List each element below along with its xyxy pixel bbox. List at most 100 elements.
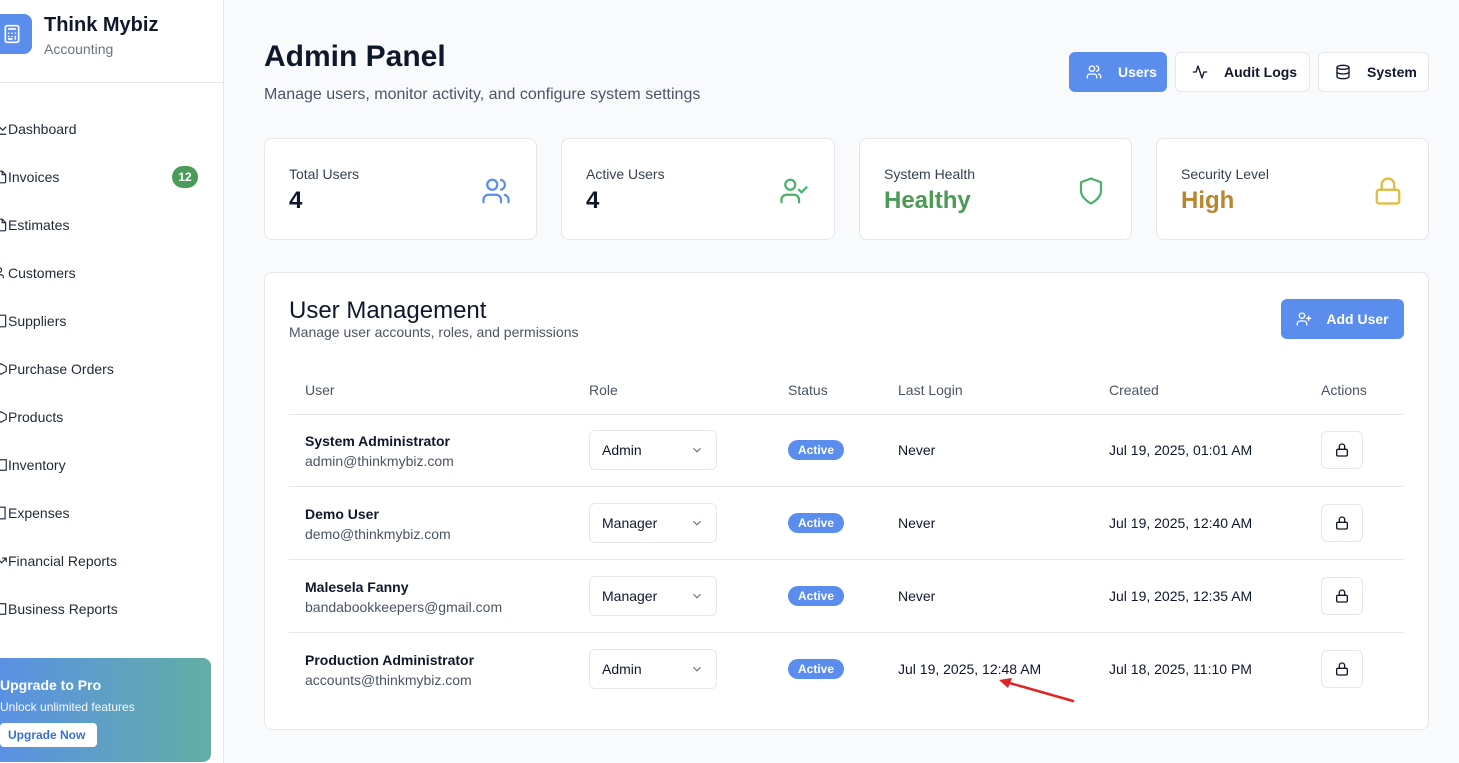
sidebar-item-label: Purchase Orders [8,361,114,377]
upgrade-title: Upgrade to Pro [0,677,102,693]
stat-label: Total Users [289,166,360,182]
user-management-subtitle: Manage user accounts, roles, and permiss… [289,324,579,340]
lock-user-button[interactable] [1321,504,1363,542]
table-row: System Administrator admin@thinkmybiz.co… [289,414,1404,487]
column-header-actions: Actions [1321,382,1367,398]
users-icon [1086,65,1102,79]
tab-audit-logs[interactable]: Audit Logs [1175,52,1310,92]
sidebar-item-purchase-orders[interactable]: Purchase Orders [0,345,223,393]
sidebar-item-label: Business Reports [8,601,118,617]
lock-icon [1336,516,1348,530]
role-value: Manager [602,515,658,531]
chevron-down-icon [693,520,701,526]
stat-system-health: System Health Healthy [859,138,1132,240]
lock-icon [1336,443,1348,457]
sidebar-item-inventory[interactable]: Inventory [0,441,223,489]
activity-icon [1192,65,1208,79]
status-badge: Active [788,513,845,533]
role-value: Admin [602,442,642,458]
building-icon [0,314,8,328]
last-login: Never [898,442,936,458]
table-header: User Role Status Last Login Created Acti… [289,369,1404,415]
shield-icon [1075,175,1107,207]
sidebar-item-label: Financial Reports [8,553,117,569]
stat-active-users: Active Users 4 [561,138,835,240]
column-header-status: Status [788,382,828,398]
status-badge: Active [788,440,845,460]
lock-icon [1372,175,1404,207]
sidebar-item-business-reports[interactable]: Business Reports [0,585,223,633]
user-plus-icon [1297,312,1312,326]
lock-user-button[interactable] [1321,577,1363,615]
role-select[interactable]: Admin [589,430,717,470]
status-badge: Active [788,586,845,606]
invoices-count-badge: 12 [172,166,198,188]
sidebar-item-suppliers[interactable]: Suppliers [0,297,223,345]
database-icon [1336,64,1350,80]
stat-total-users: Total Users 4 [264,138,537,240]
stat-value: 4 [586,187,600,214]
upgrade-card: Upgrade to Pro Unlock unlimited features… [0,658,211,762]
warehouse-icon [0,458,8,472]
chevron-down-icon [693,666,701,672]
lock-user-button[interactable] [1321,431,1363,469]
table-row: Production Administrator accounts@thinkm… [289,633,1404,706]
table-row: Malesela Fanny bandabookkeepers@gmail.co… [289,560,1404,633]
role-select[interactable]: Manager [589,503,717,543]
role-select[interactable]: Admin [589,649,717,689]
add-user-button[interactable]: Add User [1281,299,1404,339]
tab-users[interactable]: Users [1069,52,1167,92]
sidebar-item-expenses[interactable]: Expenses [0,489,223,537]
package-icon [0,362,8,376]
tab-label: System [1367,64,1417,80]
sidebar-item-label: Dashboard [8,121,77,137]
sidebar-item-products[interactable]: Products [0,393,223,441]
sidebar-item-invoices[interactable]: Invoices 12 [0,153,223,201]
last-login: Never [898,515,936,531]
role-select[interactable]: Manager [589,576,717,616]
brand: Think Mybiz Accounting [0,0,223,83]
upgrade-subtitle: Unlock unlimited features [0,700,135,714]
stat-value: Healthy [884,187,971,214]
column-header-last-login: Last Login [898,382,963,398]
column-header-user: User [305,382,335,398]
column-header-role: Role [589,382,618,398]
sidebar-item-customers[interactable]: Customers [0,249,223,297]
chevron-down-icon [693,593,701,599]
chevron-down-icon [693,447,701,453]
sidebar-item-label: Expenses [8,505,70,521]
stat-value: High [1181,187,1235,214]
status-badge: Active [788,659,845,679]
last-login: Never [898,588,936,604]
sidebar-item-label: Inventory [8,457,66,473]
stat-label: System Health [884,166,976,182]
brand-title: Think Mybiz [44,14,159,36]
sidebar-item-label: Customers [8,265,76,281]
chart-icon [0,122,8,136]
user-management-card: User Management Manage user accounts, ro… [264,272,1429,730]
sidebar-item-label: Invoices [8,169,60,185]
sidebar-item-financial-reports[interactable]: Financial Reports [0,537,223,585]
sidebar-item-label: Estimates [8,217,70,233]
tab-system[interactable]: System [1318,52,1429,92]
upgrade-now-button[interactable]: Upgrade Now [0,723,98,747]
box-icon [0,410,8,424]
created-date: Jul 19, 2025, 12:35 AM [1109,588,1253,604]
user-name: Malesela Fanny [305,579,409,595]
sidebar-item-estimates[interactable]: Estimates [0,201,223,249]
created-date: Jul 18, 2025, 11:10 PM [1109,661,1252,677]
sidebar-item-dashboard[interactable]: Dashboard [0,105,223,153]
sidebar: Think Mybiz Accounting Dashboard Invoice… [0,0,224,763]
page-subtitle: Manage users, monitor activity, and conf… [264,86,701,103]
receipt-icon [0,506,8,520]
lock-user-button[interactable] [1321,650,1363,688]
user-name: Demo User [305,506,379,522]
calculator-icon [0,14,32,54]
file-icon [0,170,8,184]
table-row: Demo User demo@thinkmybiz.com Manager Ac… [289,487,1404,560]
tab-label: Users [1118,64,1157,80]
sidebar-nav: Dashboard Invoices 12 Estimates Customer… [0,105,223,633]
report-icon [0,602,8,616]
last-login: Jul 19, 2025, 12:48 AM [898,661,1042,677]
stat-value: 4 [289,187,303,214]
